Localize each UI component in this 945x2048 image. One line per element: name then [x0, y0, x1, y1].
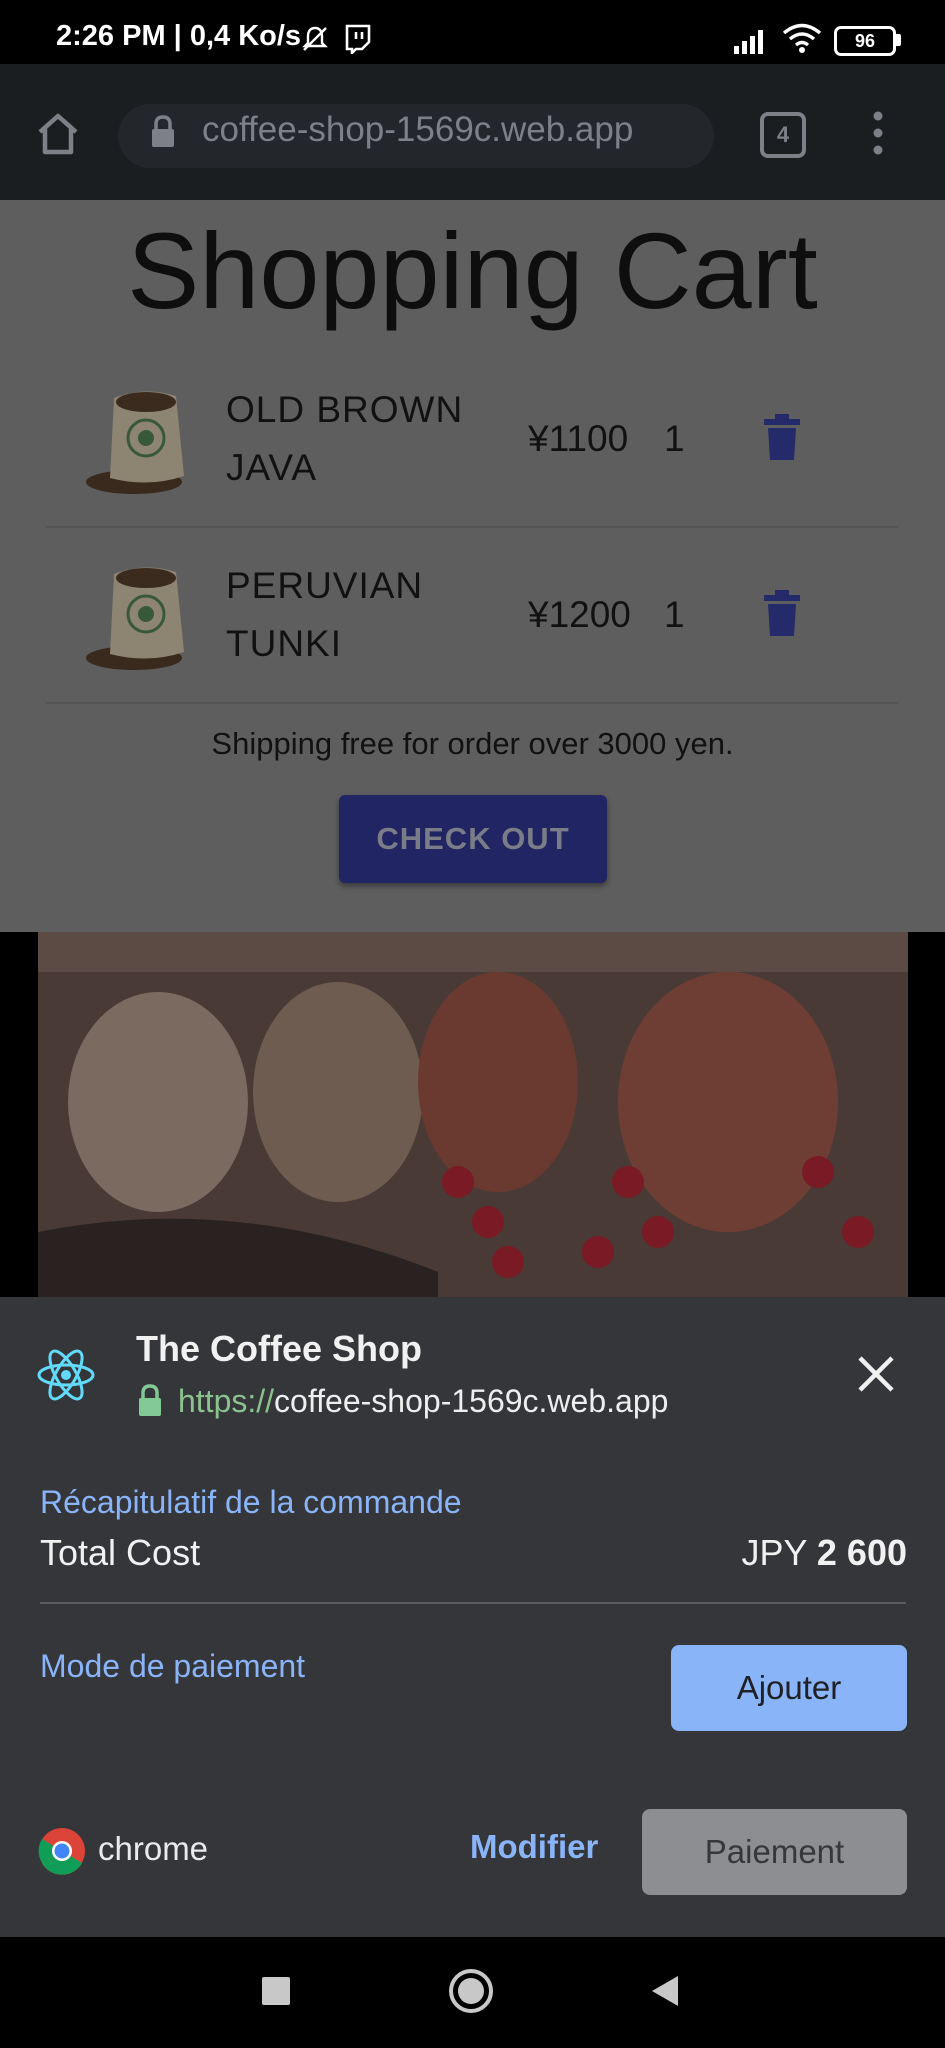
- url-text[interactable]: coffee-shop-1569c.web.app: [202, 110, 633, 150]
- more-options-icon[interactable]: [868, 110, 888, 156]
- shipping-note: Shipping free for order over 3000 yen.: [211, 726, 734, 761]
- total-label: Total Cost: [40, 1532, 201, 1573]
- twitch-icon: [345, 24, 371, 54]
- banner-image: [38, 932, 908, 1297]
- chrome-brand: chrome: [98, 1830, 209, 1867]
- product-quantity: 1: [664, 594, 685, 635]
- bell-off-icon: [302, 26, 328, 51]
- signal-icon: [734, 30, 763, 54]
- chrome-logo-icon: [38, 1828, 85, 1875]
- checkout-button[interactable]: CHECK OUT: [339, 795, 607, 883]
- wifi-icon: [782, 23, 822, 53]
- battery-indicator: 96: [834, 26, 896, 56]
- lock-icon: [152, 115, 174, 147]
- product-price: ¥1200: [528, 594, 631, 635]
- home-icon[interactable]: [34, 110, 82, 158]
- product-name: PERUVIAN TUNKI: [226, 565, 424, 664]
- product-price: ¥1100: [528, 418, 629, 459]
- coffee-sack-image: [86, 391, 184, 494]
- battery-tip: [896, 34, 901, 46]
- home-nav-icon[interactable]: [448, 1968, 494, 2014]
- order-summary-link[interactable]: Récapitulatif de la commande: [40, 1484, 462, 1521]
- pay-button[interactable]: Paiement: [642, 1809, 907, 1895]
- coffee-sack-image: [86, 567, 184, 670]
- row-divider: [46, 526, 898, 528]
- product-name: OLD BROWN JAVA: [226, 389, 464, 488]
- product-quantity: 1: [664, 418, 685, 459]
- back-icon[interactable]: [650, 1974, 680, 2008]
- merchant-name: The Coffee Shop: [136, 1328, 422, 1369]
- row-divider: [46, 702, 898, 704]
- total-amount: JPY 2 600: [741, 1532, 907, 1573]
- status-time: 2:26 PM | 0,4 Ko/s: [56, 20, 302, 52]
- tab-switcher-button[interactable]: 4: [760, 112, 806, 158]
- react-logo-icon: [37, 1349, 95, 1401]
- edit-button[interactable]: Modifier: [470, 1828, 598, 1866]
- recents-icon[interactable]: [262, 1977, 290, 2005]
- close-icon[interactable]: [856, 1354, 896, 1394]
- merchant-url: https://coffee-shop-1569c.web.app: [178, 1383, 669, 1419]
- payment-method-label: Mode de paiement: [40, 1648, 306, 1684]
- secure-lock-icon: [139, 1384, 161, 1416]
- sheet-divider: [40, 1602, 906, 1604]
- status-bar: 2:26 PM | 0,4 Ko/s 96: [0, 0, 945, 64]
- page-title: Shopping Cart: [127, 210, 818, 331]
- trash-icon[interactable]: [762, 590, 802, 638]
- trash-icon[interactable]: [762, 414, 802, 462]
- add-payment-button[interactable]: Ajouter: [671, 1645, 907, 1731]
